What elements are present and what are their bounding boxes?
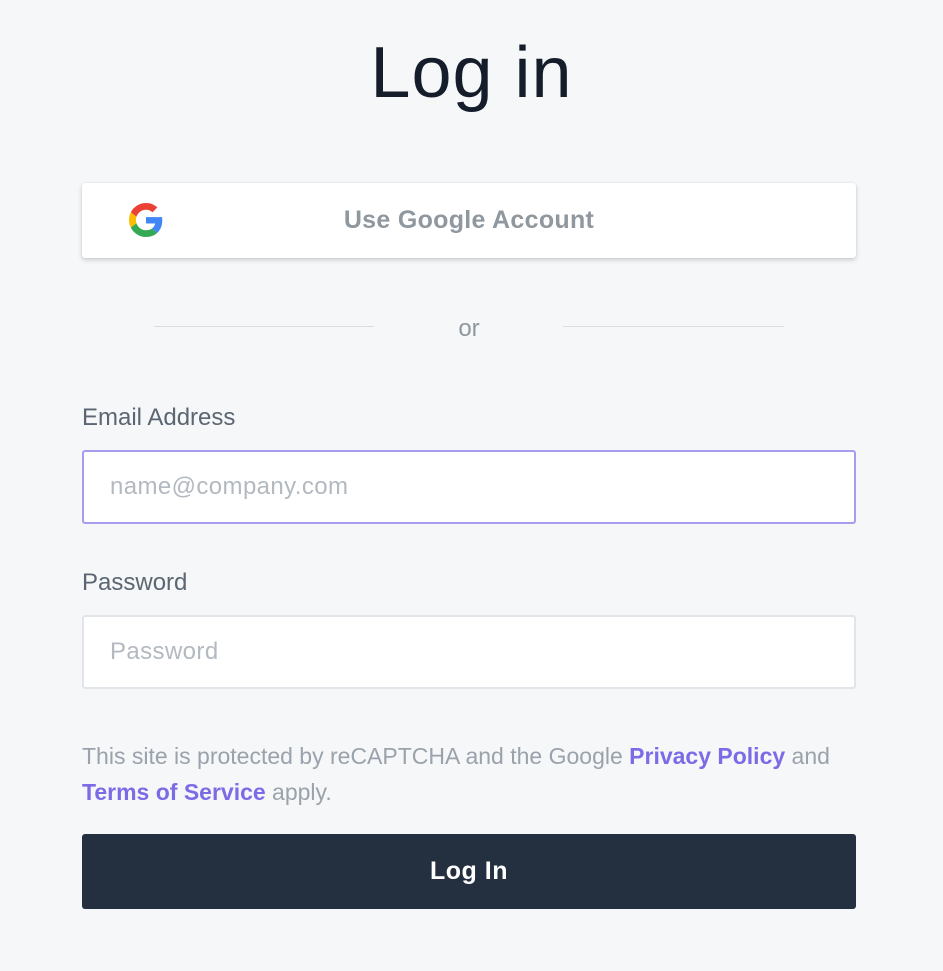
privacy-policy-link[interactable]: Privacy Policy bbox=[629, 743, 785, 769]
divider-or-text: or bbox=[458, 315, 480, 342]
google-signin-label: Use Google Account bbox=[343, 206, 595, 234]
password-label: Password bbox=[82, 569, 188, 596]
page-title: Log in bbox=[370, 33, 573, 113]
password-field[interactable] bbox=[82, 615, 856, 689]
legal-middle: and bbox=[785, 743, 830, 769]
legal-suffix: apply. bbox=[265, 779, 332, 805]
email-label: Email Address bbox=[82, 404, 236, 431]
login-button[interactable]: Log In bbox=[82, 834, 856, 909]
divider-line-right bbox=[563, 326, 784, 327]
login-page: Log in Use Google Account or Email Addre… bbox=[0, 0, 943, 971]
terms-of-service-link[interactable]: Terms of Service bbox=[82, 779, 266, 805]
google-signin-button[interactable]: Use Google Account bbox=[82, 183, 856, 258]
email-field[interactable] bbox=[82, 450, 856, 524]
legal-prefix: This site is protected by reCAPTCHA and … bbox=[82, 743, 630, 769]
recaptcha-notice: This site is protected by reCAPTCHA and … bbox=[82, 738, 862, 810]
